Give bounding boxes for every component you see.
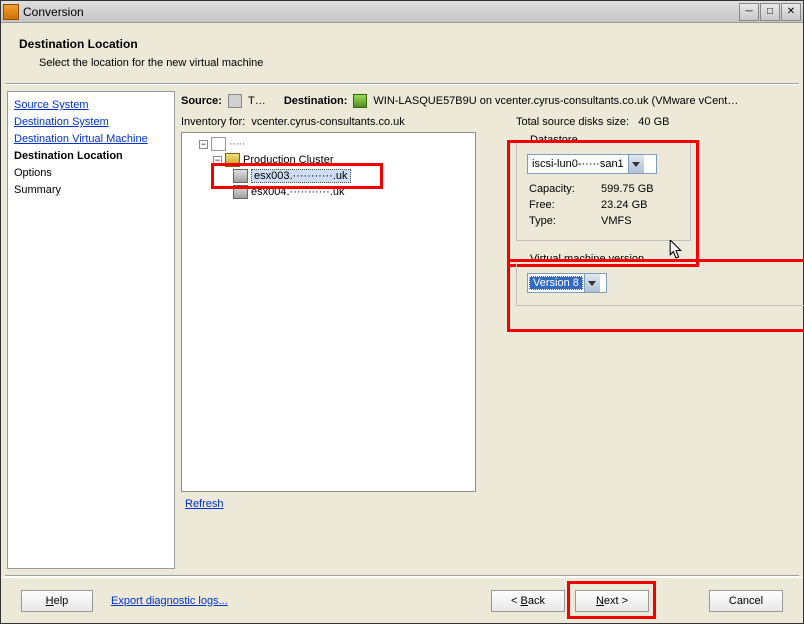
dropdown-button[interactable] xyxy=(628,155,644,173)
source-value: T… xyxy=(248,95,266,107)
export-diagnostics-link[interactable]: Export diagnostic logs... xyxy=(111,595,228,607)
close-button[interactable]: ✕ xyxy=(781,3,801,21)
free-value: 23.24 GB xyxy=(601,198,654,212)
inventory-column: Inventory for: vcenter.cyrus-consultants… xyxy=(181,116,476,510)
tree-datacenter[interactable]: − ····· xyxy=(185,136,475,152)
destination-icon xyxy=(353,94,367,108)
inventory-host: vcenter.cyrus-consultants.co.uk xyxy=(251,116,404,128)
datastore-properties: Capacity:599.75 GB Free:23.24 GB Type:VM… xyxy=(527,180,656,230)
wizard-body: Source System Destination System Destina… xyxy=(1,85,803,569)
content-panel: Source: T… Destination: WIN-LASQUE57B9U … xyxy=(181,91,797,569)
page-title: Destination Location xyxy=(19,37,785,51)
host-icon xyxy=(233,185,248,199)
collapse-icon[interactable]: − xyxy=(213,156,222,165)
chevron-down-icon xyxy=(588,281,596,286)
tree-host-esx004[interactable]: esx004.···········.uk xyxy=(185,184,475,200)
help-button[interactable]: Help xyxy=(21,590,93,612)
source-destination-bar: Source: T… Destination: WIN-LASQUE57B9U … xyxy=(181,91,797,116)
step-summary: Summary xyxy=(14,182,168,198)
refresh-link[interactable]: Refresh xyxy=(185,498,224,510)
capacity-value: 599.75 GB xyxy=(601,182,654,196)
steps-sidebar: Source System Destination System Destina… xyxy=(7,91,175,569)
inventory-label: Inventory for: vcenter.cyrus-consultants… xyxy=(181,116,476,128)
app-icon xyxy=(3,4,19,20)
tree-host-esx003[interactable]: esx003.···········.uk xyxy=(185,168,475,184)
wizard-footer: Help Export diagnostic logs... < Back Ne… xyxy=(1,577,803,623)
tree-cluster[interactable]: − Production Cluster xyxy=(185,152,475,168)
inventory-tree[interactable]: − ····· − Production Cluster esx003.····… xyxy=(181,132,476,492)
step-destination-vm[interactable]: Destination Virtual Machine xyxy=(14,131,168,147)
step-destination-system[interactable]: Destination System xyxy=(14,114,168,130)
source-icon xyxy=(228,94,242,108)
type-value: VMFS xyxy=(601,214,654,228)
cluster-icon xyxy=(225,153,240,167)
source-label: Source: xyxy=(181,95,222,107)
wizard-window: Conversion ─ □ ✕ Destination Location Se… xyxy=(0,0,804,624)
next-button[interactable]: Next > xyxy=(575,590,649,612)
datastore-legend: Datastore xyxy=(527,134,581,146)
dropdown-button[interactable] xyxy=(584,274,600,292)
chevron-down-icon xyxy=(632,162,640,167)
capacity-label: Capacity: xyxy=(529,182,599,196)
free-label: Free: xyxy=(529,198,599,212)
vm-version-group: Virtual machine version Version 8 xyxy=(516,253,804,306)
datastore-selected: iscsi-lun0-·····san1 xyxy=(528,158,628,170)
wizard-header: Destination Location Select the location… xyxy=(1,23,803,77)
back-button[interactable]: < Back xyxy=(491,590,565,612)
disk-size-value: 40 GB xyxy=(638,116,669,128)
window-title: Conversion xyxy=(23,5,738,19)
minimize-button[interactable]: ─ xyxy=(739,3,759,21)
maximize-button[interactable]: □ xyxy=(760,3,780,21)
host-label: esx004.···········.uk xyxy=(251,186,345,198)
vm-version-selected: Version 8 xyxy=(529,276,583,290)
destination-value: WIN-LASQUE57B9U on vcenter.cyrus-consult… xyxy=(373,95,738,107)
cluster-label: Production Cluster xyxy=(243,154,334,166)
highlight-box xyxy=(507,259,804,332)
disk-size-row: Total source disks size: 40 GB xyxy=(516,116,804,128)
datacenter-label: ····· xyxy=(229,138,245,150)
datastore-select[interactable]: iscsi-lun0-·····san1 xyxy=(527,154,657,174)
page-subtitle: Select the location for the new virtual … xyxy=(39,57,785,69)
cancel-button[interactable]: Cancel xyxy=(709,590,783,612)
step-source-system[interactable]: Source System xyxy=(14,97,168,113)
step-destination-location: Destination Location xyxy=(14,148,168,164)
collapse-icon[interactable]: − xyxy=(199,140,208,149)
destination-label: Destination: xyxy=(284,95,348,107)
datastore-group: Datastore iscsi-lun0-·····san1 Capacity:… xyxy=(516,134,691,241)
properties-column: Total source disks size: 40 GB Datastore… xyxy=(516,116,804,510)
host-label-selected: esx003.···········.uk xyxy=(251,169,351,183)
datacenter-icon xyxy=(211,137,226,151)
step-options: Options xyxy=(14,165,168,181)
titlebar: Conversion ─ □ ✕ xyxy=(1,1,803,23)
type-label: Type: xyxy=(529,214,599,228)
vm-version-legend: Virtual machine version xyxy=(527,253,647,265)
host-icon xyxy=(233,169,248,183)
vm-version-select[interactable]: Version 8 xyxy=(527,273,607,293)
